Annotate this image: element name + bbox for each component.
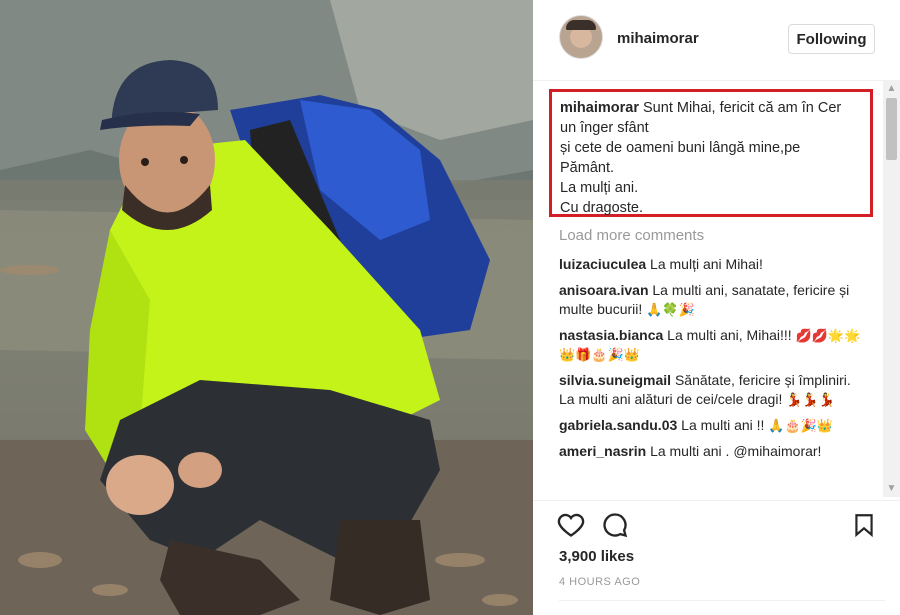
post-timestamp: 4 HOURS AGO	[559, 576, 641, 588]
caption-text-line-3: și cete de oameni buni lângă mine,pe	[560, 140, 801, 156]
scroll-up-arrow-icon[interactable]: ▲	[883, 80, 900, 97]
photo-illustration	[0, 0, 533, 615]
comment-text: La multi ani . @mihaimorar!	[650, 443, 822, 459]
avatar[interactable]	[559, 15, 603, 59]
comment-username[interactable]: ameri_nasrin	[559, 443, 646, 459]
caption-text-line-5: La mulți ani.	[560, 180, 639, 196]
comment-item: nastasia.bianca La multi ani, Mihai!!! 💋…	[559, 326, 863, 364]
caption-text-line-1: Sunt Mihai, fericit că am în Cer	[643, 100, 842, 116]
comment-item: silvia.suneigmail Sănătate, fericire și …	[559, 371, 863, 409]
comment-emoji: 🙏🍀🎉	[646, 302, 695, 317]
divider	[559, 600, 885, 601]
comment-username[interactable]: nastasia.bianca	[559, 327, 663, 343]
caption-username[interactable]: mihaimorar	[560, 100, 639, 116]
comment-text: La multi ani, Mihai!!!	[667, 327, 792, 343]
post-header: mihaimorar Following	[533, 0, 900, 81]
comments-list: luizaciuculea La mulți ani Mihai! anisoa…	[559, 255, 863, 495]
load-more-comments-link[interactable]: Load more comments	[559, 227, 704, 244]
scrollbar-thumb[interactable]	[886, 98, 897, 160]
caption-text-line-2: un înger sfânt	[560, 120, 649, 136]
comment-icon[interactable]	[601, 511, 631, 541]
username-link[interactable]: mihaimorar	[617, 30, 699, 47]
comment-text: La multi ani !!	[681, 417, 765, 433]
post-details-panel: mihaimorar Following mihaimorar Sunt Mih…	[533, 0, 900, 615]
avatar-cap	[566, 20, 596, 30]
caption-text-line-6: Cu dragoste.	[560, 200, 644, 216]
comment-text: La mulți ani Mihai!	[650, 256, 763, 272]
comment-item: ameri_nasrin La multi ani . @mihaimorar!	[559, 442, 863, 461]
comment-item: luizaciuculea La mulți ani Mihai!	[559, 255, 863, 274]
caption-text-line-4: Pământ.	[560, 160, 614, 176]
caption-line: mihaimorar Sunt Mihai, fericit că am în …	[560, 100, 841, 116]
post-caption: mihaimorar Sunt Mihai, fericit că am în …	[549, 89, 873, 217]
heart-icon[interactable]	[557, 511, 587, 541]
comment-emoji: 🙏🎂🎉👑	[768, 418, 834, 433]
comment-username[interactable]: luizaciuculea	[559, 256, 646, 272]
comments-scrollbar[interactable]: ▲ ▼	[883, 80, 900, 497]
comment-username[interactable]: gabriela.sandu.03	[559, 417, 677, 433]
post-photo[interactable]	[0, 0, 533, 615]
comment-emoji: 💃💃💃	[786, 392, 835, 407]
likes-count[interactable]: 3,900 likes	[559, 548, 634, 565]
comment-item: anisoara.ivan La multi ani, sanatate, fe…	[559, 281, 863, 319]
bookmark-icon[interactable]	[851, 511, 881, 541]
comment-username[interactable]: silvia.suneigmail	[559, 372, 671, 388]
post-actions-bar	[533, 500, 900, 549]
comment-username[interactable]: anisoara.ivan	[559, 282, 649, 298]
comment-item: gabriela.sandu.03 La multi ani !! 🙏🎂🎉👑	[559, 416, 863, 435]
following-button[interactable]: Following	[788, 24, 875, 54]
scroll-down-arrow-icon[interactable]: ▼	[883, 480, 900, 497]
